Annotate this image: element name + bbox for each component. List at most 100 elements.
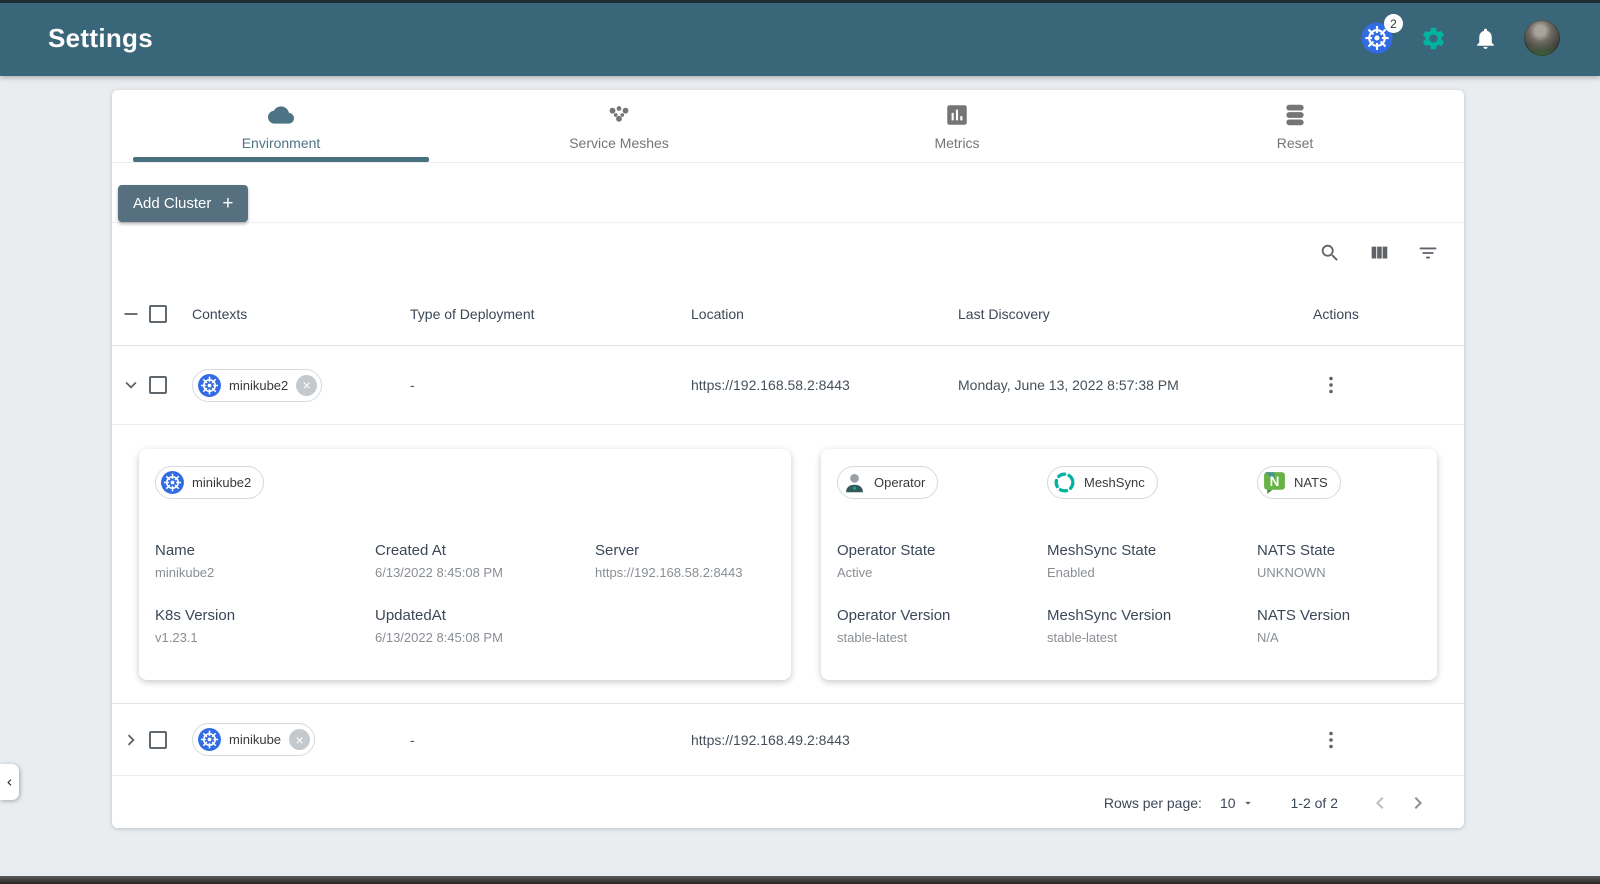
kubernetes-context-button[interactable]: 2: [1360, 14, 1403, 55]
field-k8s-version: K8s Version v1.23.1: [155, 607, 236, 645]
context-cell: minikube ×: [192, 723, 410, 756]
minus-icon: [124, 313, 138, 315]
field-updated-at: UpdatedAt 6/13/2022 8:45:08 PM: [375, 607, 503, 645]
field-meshsync-state: MeshSync State Enabled: [1047, 542, 1157, 580]
tab-metrics[interactable]: Metrics: [788, 90, 1126, 162]
location-cell: https://192.168.58.2:8443: [691, 377, 850, 393]
operator-chip-row: Operator MeshSync N NATS: [837, 466, 1421, 500]
window-top-edge: [0, 0, 1600, 3]
type-cell: -: [410, 377, 415, 393]
context-chip[interactable]: minikube ×: [192, 723, 316, 756]
tab-service-meshes[interactable]: Service Meshes: [450, 90, 788, 162]
column-header-location: Location: [691, 306, 744, 322]
column-header-actions: Actions: [1313, 306, 1359, 322]
settings-panel: Environment Service Meshes Metrics Reset…: [112, 90, 1464, 828]
tab-reset[interactable]: Reset: [1126, 90, 1464, 162]
kubernetes-icon: [197, 373, 222, 398]
column-header-type: Type of Deployment: [410, 306, 535, 322]
context-count-badge: 2: [1384, 14, 1403, 33]
pagination-range: 1-2 of 2: [1290, 794, 1338, 811]
row-checkbox[interactable]: [149, 376, 167, 394]
table-row: minikube × - https://192.168.49.2:8443: [112, 704, 1464, 776]
tab-label: Reset: [1276, 134, 1314, 151]
rows-per-page-label: Rows per page:: [1103, 794, 1202, 811]
row-actions-menu-button[interactable]: [1319, 373, 1456, 397]
meshsync-chip[interactable]: MeshSync: [1047, 466, 1158, 499]
row-details-panel: minikube2 Name minikube2 Created At 6/13…: [112, 425, 1464, 704]
tab-label: Service Meshes: [569, 134, 669, 151]
collapse-row-button[interactable]: [120, 374, 148, 396]
cluster-chip-row: minikube2: [155, 466, 775, 500]
field-server: Server https://192.168.58.2:8443: [595, 542, 743, 580]
cluster-detail-card: minikube2 Name minikube2 Created At 6/13…: [139, 449, 791, 680]
table-row: minikube2 × - https://192.168.58.2:8443 …: [112, 346, 1464, 425]
view-columns-icon[interactable]: [1368, 242, 1390, 264]
field-meshsync-version: MeshSync Version stable-latest: [1047, 607, 1172, 645]
operator-chip-label: Operator: [874, 475, 926, 490]
operator-person-icon: [842, 470, 867, 495]
last-discovery-cell: Monday, June 13, 2022 8:57:38 PM: [958, 377, 1179, 393]
filter-icon[interactable]: [1417, 242, 1439, 264]
select-all-checkbox[interactable]: [149, 305, 167, 323]
field-nats-state: NATS State UNKNOWN: [1257, 542, 1336, 580]
nats-chip[interactable]: N NATS: [1257, 466, 1341, 499]
type-cell: -: [410, 731, 415, 748]
app-header: Settings 2: [0, 0, 1600, 76]
notifications-button[interactable]: [1473, 26, 1498, 51]
svg-text:N: N: [1270, 474, 1280, 489]
meshsync-dashed-circle-icon: [1052, 470, 1077, 495]
database-icon: [1286, 104, 1304, 125]
bar-chart-icon: [947, 104, 967, 125]
user-avatar[interactable]: [1524, 20, 1560, 56]
chevron-down-icon: [125, 381, 137, 389]
chevron-left-icon: [1376, 796, 1384, 809]
active-tab-indicator: [133, 157, 429, 162]
row-actions-menu-button[interactable]: [1319, 728, 1456, 752]
search-icon[interactable]: [1319, 242, 1341, 264]
settings-gear-button[interactable]: [1420, 25, 1447, 52]
cluster-fields-row1: Name minikube2 Created At 6/13/2022 8:45…: [155, 542, 775, 580]
screen: Settings 2 Environment Service Meshes Me…: [0, 0, 1600, 884]
cluster-fields-row2: K8s Version v1.23.1 UpdatedAt 6/13/2022 …: [155, 607, 775, 645]
tab-environment[interactable]: Environment: [112, 90, 450, 162]
mesh-dots-icon: [609, 105, 629, 122]
add-cluster-bar: Add Cluster +: [112, 163, 1464, 223]
field-operator-state: Operator State Active: [837, 542, 936, 580]
add-cluster-label: Add Cluster: [133, 195, 212, 212]
table-toolbar: [112, 223, 1464, 283]
cluster-chip[interactable]: minikube2: [155, 466, 265, 499]
remove-context-icon[interactable]: ×: [296, 374, 318, 396]
add-cluster-button[interactable]: Add Cluster +: [118, 185, 249, 222]
caret-down-icon: [1244, 801, 1251, 805]
meshsync-chip-label: MeshSync: [1084, 475, 1145, 490]
chevron-left-icon: [7, 778, 12, 786]
table-pagination: Rows per page: 10 1-2 of 2: [112, 776, 1464, 829]
context-chip-label: minikube: [229, 732, 282, 747]
tab-label: Environment: [241, 134, 321, 151]
previous-page-button[interactable]: [1368, 791, 1392, 815]
chevron-right-icon: [127, 734, 135, 745]
remove-context-icon[interactable]: ×: [289, 729, 311, 750]
rows-per-page-select[interactable]: 10: [1220, 795, 1255, 811]
header-actions: 2: [1360, 14, 1560, 56]
rows-per-page-value: 10: [1219, 794, 1236, 811]
gear-icon: [1422, 27, 1445, 49]
context-chip[interactable]: minikube2 ×: [192, 368, 323, 402]
table-header-row: Contexts Type of Deployment Location Las…: [112, 283, 1464, 346]
sidebar-expand-handle[interactable]: [0, 764, 19, 800]
next-page-button[interactable]: [1392, 791, 1430, 815]
expand-row-button[interactable]: [120, 729, 148, 751]
bottom-screen-edge: [0, 876, 1600, 884]
location-cell: https://192.168.49.2:8443: [691, 731, 850, 748]
operator-chip[interactable]: Operator: [837, 466, 939, 499]
collapse-all-button[interactable]: [120, 303, 148, 325]
kubernetes-icon: [160, 470, 185, 495]
field-operator-version: Operator Version stable-latest: [837, 607, 951, 645]
operator-fields-row1: Operator State Active MeshSync State Ena…: [837, 542, 1421, 580]
kebab-menu-icon: [1329, 731, 1333, 748]
column-header-contexts: Contexts: [192, 306, 248, 322]
row-checkbox[interactable]: [149, 730, 167, 749]
tab-label: Metrics: [934, 134, 980, 151]
context-chip-label: minikube2: [229, 377, 289, 393]
settings-tabs: Environment Service Meshes Metrics Reset: [112, 90, 1464, 163]
